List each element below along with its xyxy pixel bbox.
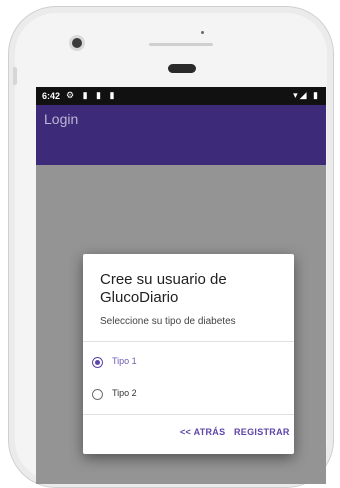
app-bar-title: Login (44, 111, 79, 127)
notification-icons: ⚙ ▮ ▮ ▮ (66, 90, 118, 100)
status-time: 6:42 (42, 91, 61, 101)
radio-unchecked-icon[interactable] (92, 389, 103, 400)
app-bar: Login (36, 105, 326, 165)
dialog-subtitle: Seleccione su tipo de diabetes (100, 316, 236, 327)
screen: 6:42 ⚙ ▮ ▮ ▮ ▾◢ ▮ Login Ingrese su códig… (36, 87, 326, 484)
earpiece (168, 64, 196, 73)
speaker-grille (149, 43, 213, 46)
front-camera (72, 38, 82, 48)
radio-label: Tipo 2 (112, 388, 137, 398)
radio-checked-icon[interactable] (92, 357, 103, 368)
register-button[interactable]: REGISTRAR (234, 427, 290, 437)
create-user-dialog: Cree su usuario de GlucoDiario Seleccion… (83, 254, 294, 454)
dialog-divider-bottom (83, 414, 294, 415)
phone-frame: 6:42 ⚙ ▮ ▮ ▮ ▾◢ ▮ Login Ingrese su códig… (8, 6, 334, 488)
dialog-divider-top (83, 341, 294, 342)
radio-option-tipo-2[interactable]: Tipo 2 (92, 386, 282, 404)
sensor-dot (201, 31, 204, 34)
side-button (13, 67, 17, 85)
status-bar: 6:42 ⚙ ▮ ▮ ▮ ▾◢ ▮ (36, 87, 326, 105)
radio-label: Tipo 1 (112, 356, 137, 366)
dialog-title: Cree su usuario de GlucoDiario (100, 271, 227, 306)
signal-battery-icons: ▾◢ ▮ (293, 90, 320, 100)
back-button[interactable]: << ATRÁS (180, 427, 225, 437)
radio-option-tipo-1[interactable]: Tipo 1 (92, 354, 282, 372)
